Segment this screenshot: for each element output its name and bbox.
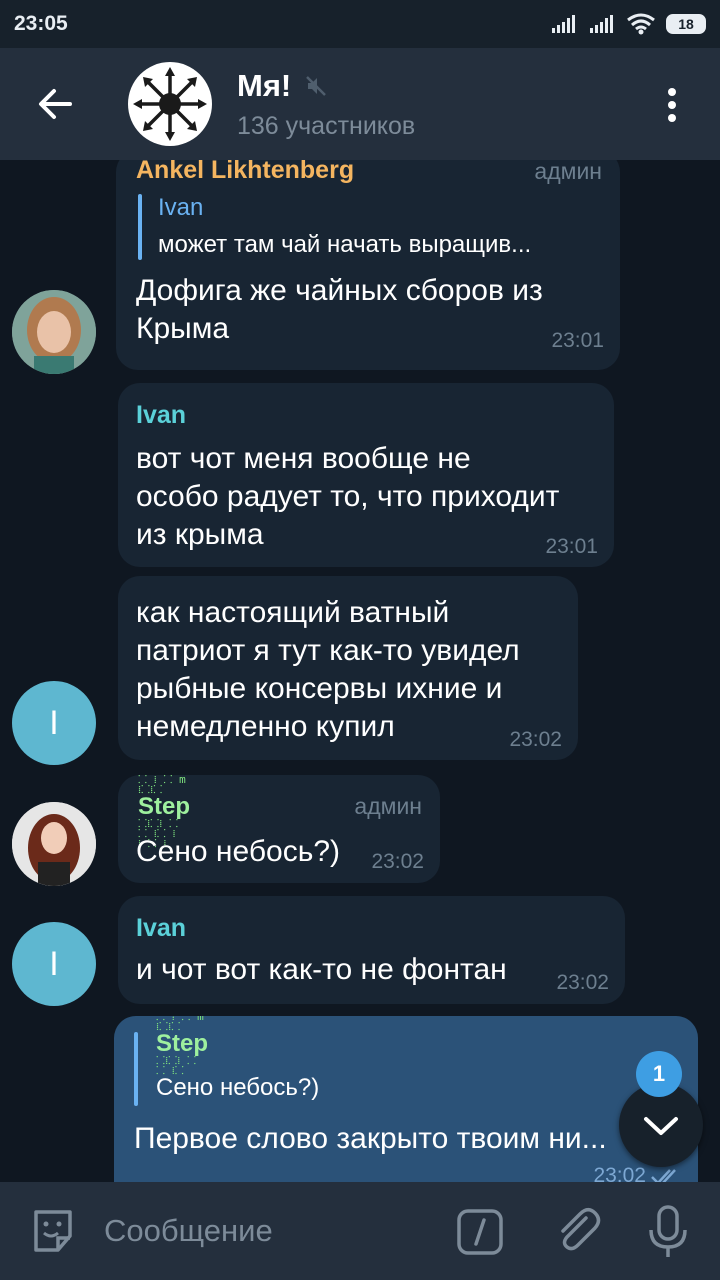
- message-input[interactable]: [104, 1208, 434, 1254]
- message-bubble[interactable]: ⸬ ⁞ ⸬ m ⁞⸬⁞⸬ Step ⸬⁞⸬⁞ ⸬ ⸬ ⁞⸬ Сено небось?…: [114, 1016, 698, 1182]
- message-bubble[interactable]: Ivan и чот вот как-то не фонтан 23:02: [118, 896, 625, 1004]
- message-bubble[interactable]: Ankel Likhtenberg админ Ivan может там ч…: [116, 160, 620, 370]
- user-photo-icon: [12, 290, 96, 374]
- sender-name[interactable]: Ankel Likhtenberg: [136, 160, 354, 185]
- status-time: 23:05: [14, 12, 68, 35]
- muted-icon: [306, 76, 326, 96]
- wifi-icon: [627, 13, 655, 35]
- sticker-smile-icon: [34, 1210, 72, 1252]
- message-list[interactable]: Ankel Likhtenberg админ Ivan может там ч…: [0, 160, 720, 1182]
- paperclip-icon: [561, 1208, 601, 1251]
- message-time: 23:02: [509, 728, 562, 751]
- reply-step-logo[interactable]: ⸬ ⁞ ⸬ m ⁞⸬⁞⸬ Step ⸬⁞⸬⁞ ⸬ ⸬ ⁞⸬: [156, 1016, 208, 1076]
- avatar[interactable]: I: [12, 922, 96, 1006]
- message-text: и чот вот как-то не фонтан: [136, 953, 507, 986]
- message-text: как настоящий ватный патриот я тут как-т…: [136, 596, 520, 743]
- message-text: вот чот меня вообще не особо радует то, …: [136, 442, 560, 551]
- message-time: 23:01: [551, 329, 604, 352]
- reply-sender: Step: [156, 1030, 209, 1057]
- message-text: Первое слово закрыто твоим ни...: [134, 1122, 607, 1155]
- slash-command-icon: [457, 1209, 503, 1255]
- emoji-button[interactable]: [28, 1206, 78, 1256]
- reply-text[interactable]: Сено небось?): [156, 1074, 319, 1102]
- avatar[interactable]: I: [12, 681, 96, 765]
- message-bubble[interactable]: как настоящий ватный патриот я тут как-т…: [118, 576, 578, 760]
- reply-sender[interactable]: Ivan: [158, 194, 203, 222]
- reply-bar: [134, 1032, 138, 1106]
- bot-commands-button[interactable]: [456, 1208, 504, 1256]
- microphone-icon: [649, 1205, 687, 1257]
- signal-icon: [552, 15, 575, 33]
- message-time: 23:02: [556, 971, 609, 994]
- avatar[interactable]: [12, 802, 96, 886]
- system-icons: 18: [550, 13, 706, 35]
- chat-title[interactable]: Мя!: [237, 68, 291, 104]
- battery-icon: 18: [666, 14, 706, 34]
- arrow-left-icon: [39, 89, 72, 119]
- reply-text[interactable]: может там чай начать выращив...: [158, 231, 531, 259]
- unread-count-badge[interactable]: 1: [636, 1051, 682, 1097]
- reply-bar: [138, 194, 142, 260]
- signal-icon: [590, 15, 613, 33]
- back-button[interactable]: [34, 82, 78, 126]
- user-photo-icon: [12, 802, 96, 886]
- message-bubble[interactable]: Ivan вот чот меня вообще не особо радует…: [118, 383, 614, 567]
- chat-header: Мя! 136 участников: [0, 48, 720, 160]
- message-text: Сено небось?): [136, 835, 341, 868]
- double-check-icon: [651, 1169, 676, 1182]
- status-bar: 23:05 18: [0, 0, 720, 48]
- step-logo-text: Step: [138, 793, 191, 820]
- sender-name[interactable]: Ivan: [136, 401, 186, 430]
- chat-avatar[interactable]: [128, 62, 212, 146]
- dot-icon: [668, 88, 676, 96]
- message-time: 23:01: [545, 535, 598, 558]
- dot-icon: [668, 101, 676, 109]
- chaos-star-icon: [133, 67, 207, 141]
- dot-icon: [668, 114, 676, 122]
- message-time: 23:02: [371, 850, 424, 873]
- avatar[interactable]: [12, 290, 96, 374]
- sender-name[interactable]: Ivan: [136, 914, 186, 943]
- admin-label: админ: [354, 793, 422, 819]
- message-bubble[interactable]: ⸬ ⁞ ⸬ m ⁞⸬⁞⸬ Step ⸬⁞⸬⁞ ⸬ ⸬ ⁞⸬ ⁞ ⁞ ⸬ ⁞ админ…: [118, 774, 440, 883]
- voice-message-button[interactable]: [644, 1204, 692, 1260]
- message-text: Дофига же чайных сборов из Крыма: [136, 274, 543, 345]
- message-input-bar: [0, 1182, 720, 1280]
- admin-label: админ: [534, 160, 602, 184]
- attach-button[interactable]: [552, 1204, 604, 1256]
- member-count: 136 участников: [237, 112, 416, 140]
- more-options-button[interactable]: [660, 84, 684, 124]
